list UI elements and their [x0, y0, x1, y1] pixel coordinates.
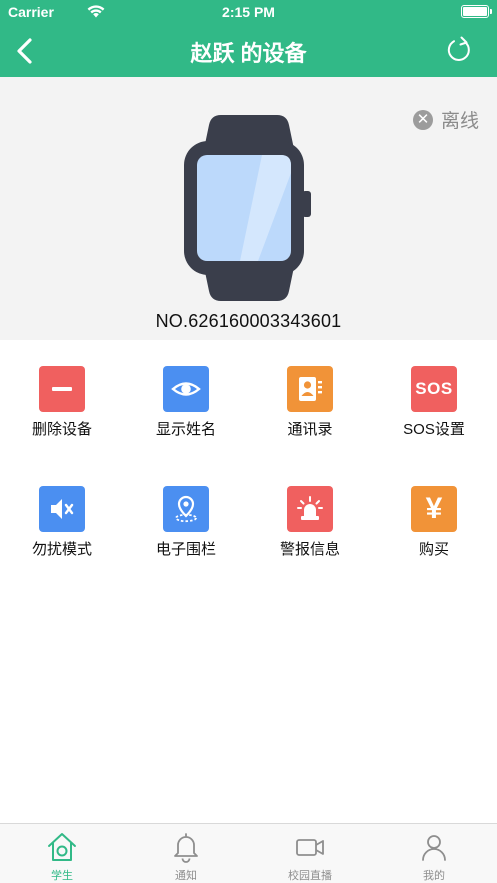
show-name-button[interactable]: 显示姓名 [124, 340, 248, 440]
alarm-info-label: 警报信息 [279, 541, 340, 558]
geofence-icon [163, 486, 209, 532]
tab-campus-live-label: 校园直播 [288, 870, 332, 882]
tab-notifications-label: 通知 [175, 870, 197, 882]
do-not-disturb-button[interactable]: 勿扰模式 [0, 460, 124, 560]
alarm-info-button[interactable]: 警报信息 [248, 460, 372, 560]
smartwatch-icon [184, 115, 311, 301]
alarm-icon [287, 486, 333, 532]
contacts-button[interactable]: 通讯录 [248, 340, 372, 440]
tab-campus-live[interactable]: 校园直播 [248, 824, 372, 883]
device-number: NO.626160003343601 [155, 311, 342, 331]
tab-mine[interactable]: 我的 [372, 824, 496, 883]
close-circle-icon: ✕ [413, 109, 433, 130]
do-not-disturb-label: 勿扰模式 [31, 541, 92, 558]
top-bar: Carrier 2:15 PM 赵跃 的设备 [0, 0, 497, 77]
eye-icon [163, 366, 209, 412]
delete-device-button[interactable]: 删除设备 [0, 340, 124, 440]
sos-settings-button[interactable]: SOS SOS设置 [372, 340, 496, 440]
sos-icon-text: SOS [415, 379, 453, 398]
purchase-label: 购买 [418, 541, 449, 558]
clock: 2:15 PM [222, 4, 275, 20]
purchase-button[interactable]: ¥ 购买 [372, 460, 496, 560]
geofence-label: 电子围栏 [155, 541, 216, 558]
tab-notifications[interactable]: 通知 [124, 824, 248, 883]
bell-icon [174, 833, 198, 863]
offline-status: ✕ 离线 [413, 106, 479, 133]
show-name-label: 显示姓名 [155, 421, 216, 438]
refresh-icon[interactable] [443, 34, 475, 66]
video-icon [296, 839, 324, 856]
user-icon [422, 835, 446, 861]
mute-icon [39, 486, 85, 532]
tab-students[interactable]: 学生 [0, 824, 124, 883]
battery-icon [461, 5, 492, 18]
tab-bar: 学生 通知 校园直播 我的 [0, 823, 497, 883]
contacts-label: 通讯录 [287, 421, 333, 438]
delete-device-label: 删除设备 [31, 421, 92, 438]
sos-icon: SOS [411, 366, 457, 412]
yen-icon-text: ¥ [425, 492, 443, 525]
page-title: 赵跃 的设备 [190, 41, 307, 66]
tab-mine-label: 我的 [423, 870, 445, 882]
status-bar: Carrier 2:15 PM [0, 0, 497, 24]
offline-label: 离线 [441, 111, 480, 132]
yen-icon: ¥ [411, 486, 457, 532]
sos-settings-label: SOS设置 [403, 421, 465, 438]
device-panel: ✕ 离线 NO.626160003343601 [0, 77, 497, 340]
contacts-icon [287, 366, 333, 412]
tab-students-label: 学生 [51, 870, 73, 882]
geofence-button[interactable]: 电子围栏 [124, 460, 248, 560]
home-icon [48, 833, 76, 861]
minus-icon [39, 366, 85, 412]
